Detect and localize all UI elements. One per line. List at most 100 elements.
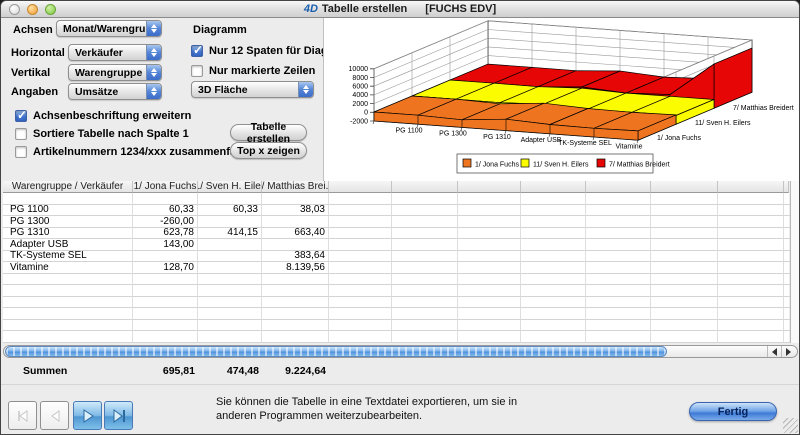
table-cell[interactable] <box>198 331 262 343</box>
table-cell[interactable] <box>133 308 198 320</box>
table-cell[interactable]: PG 1100 <box>3 205 133 217</box>
table-cell[interactable] <box>392 216 458 228</box>
table-cell[interactable] <box>586 297 651 309</box>
table-row[interactable] <box>3 285 789 297</box>
column-header[interactable] <box>329 181 392 193</box>
table-cell[interactable] <box>458 228 521 240</box>
scrollbar-thumb[interactable] <box>5 346 667 357</box>
table-cell[interactable] <box>329 297 392 309</box>
table-cell[interactable] <box>651 320 718 332</box>
checkbox-sortiere-tabelle[interactable]: Sortiere Tabelle nach Spalte 1 <box>15 128 189 140</box>
table-cell[interactable] <box>718 320 784 332</box>
table-cell[interactable] <box>651 228 718 240</box>
table-cell[interactable] <box>651 216 718 228</box>
table-cell[interactable] <box>521 205 586 217</box>
table-cell[interactable] <box>133 297 198 309</box>
table-row[interactable]: Adapter USB143,00 <box>3 239 789 251</box>
table-cell[interactable] <box>392 320 458 332</box>
table-cell[interactable] <box>133 285 198 297</box>
table-cell[interactable] <box>133 193 198 205</box>
vertikal-select[interactable]: Warengruppe <box>68 64 162 81</box>
table-row[interactable]: Vitamine128,708.139,56 <box>3 262 789 274</box>
table-cell[interactable]: TK-Systeme SEL <box>3 251 133 263</box>
horizontal-scrollbar[interactable] <box>3 345 798 358</box>
table-cell[interactable] <box>3 331 133 343</box>
checkbox-achsenbeschriftung[interactable]: Achsenbeschriftung erweitern <box>15 110 191 122</box>
table-cell[interactable] <box>586 274 651 286</box>
column-header[interactable] <box>586 181 651 193</box>
table-cell[interactable]: 663,40 <box>262 228 329 240</box>
table-cell[interactable] <box>458 285 521 297</box>
first-record-button[interactable] <box>8 401 37 430</box>
table-cell[interactable] <box>392 262 458 274</box>
table-cell[interactable] <box>262 297 329 309</box>
table-cell[interactable] <box>392 228 458 240</box>
table-cell[interactable] <box>198 251 262 263</box>
table-cell[interactable]: 623,78 <box>133 228 198 240</box>
table-cell[interactable] <box>458 251 521 263</box>
table-cell[interactable] <box>651 274 718 286</box>
table-cell[interactable] <box>392 274 458 286</box>
chart-type-select[interactable]: 3D Fläche <box>191 81 314 98</box>
table-cell[interactable] <box>458 239 521 251</box>
table-cell[interactable] <box>718 274 784 286</box>
table-cell[interactable] <box>3 297 133 309</box>
scroll-left-button[interactable] <box>767 346 781 357</box>
table-cell[interactable]: 60,33 <box>133 205 198 217</box>
table-cell[interactable] <box>392 297 458 309</box>
table-cell[interactable]: 383,64 <box>262 251 329 263</box>
table-cell[interactable] <box>458 262 521 274</box>
table-cell[interactable] <box>392 331 458 343</box>
checkbox-icon[interactable] <box>191 65 203 77</box>
column-header[interactable]: Warengruppe / Verkäufer <box>3 181 133 193</box>
table-cell[interactable] <box>718 228 784 240</box>
table-cell[interactable] <box>586 308 651 320</box>
table-row[interactable] <box>3 320 789 332</box>
table-cell[interactable] <box>651 308 718 320</box>
table-cell[interactable] <box>651 262 718 274</box>
table-cell[interactable] <box>392 308 458 320</box>
table-cell[interactable] <box>718 205 784 217</box>
table-cell[interactable] <box>586 239 651 251</box>
table-cell[interactable]: 8.139,56 <box>262 262 329 274</box>
table-cell[interactable] <box>392 239 458 251</box>
table-row[interactable]: PG 110060,3360,3338,03 <box>3 205 789 217</box>
table-cell[interactable] <box>392 285 458 297</box>
table-cell[interactable]: Adapter USB <box>3 239 133 251</box>
table-cell[interactable] <box>198 274 262 286</box>
table-cell[interactable] <box>718 216 784 228</box>
table-cell[interactable] <box>651 193 718 205</box>
table-cell[interactable] <box>521 228 586 240</box>
title-bar[interactable]: 4DTabelle erstellen[FUCHS EDV] <box>1 1 799 18</box>
table-cell[interactable] <box>198 262 262 274</box>
table-cell[interactable] <box>458 193 521 205</box>
table-cell[interactable] <box>392 193 458 205</box>
table-row[interactable] <box>3 308 789 320</box>
table-cell[interactable] <box>3 274 133 286</box>
table-cell[interactable] <box>329 205 392 217</box>
table-cell[interactable] <box>718 262 784 274</box>
table-cell[interactable] <box>133 274 198 286</box>
table-cell[interactable] <box>329 320 392 332</box>
table-cell[interactable] <box>262 331 329 343</box>
table-cell[interactable] <box>718 285 784 297</box>
table-cell[interactable] <box>198 297 262 309</box>
table-cell[interactable] <box>3 193 133 205</box>
column-header[interactable] <box>521 181 586 193</box>
table-cell[interactable] <box>521 274 586 286</box>
table-cell[interactable] <box>651 297 718 309</box>
table-cell[interactable]: 128,70 <box>133 262 198 274</box>
table-cell[interactable] <box>198 320 262 332</box>
table-cell[interactable] <box>586 331 651 343</box>
table-cell[interactable] <box>198 216 262 228</box>
table-cell[interactable] <box>458 297 521 309</box>
last-record-button[interactable] <box>104 401 133 430</box>
table-cell[interactable] <box>458 308 521 320</box>
table-cell[interactable] <box>3 320 133 332</box>
table-cell[interactable] <box>651 239 718 251</box>
table-cell[interactable] <box>329 262 392 274</box>
table-cell[interactable] <box>329 228 392 240</box>
table-cell[interactable] <box>133 251 198 263</box>
table-cell[interactable] <box>198 308 262 320</box>
tabelle-erstellen-button[interactable]: Tabelle erstellen <box>230 124 307 141</box>
